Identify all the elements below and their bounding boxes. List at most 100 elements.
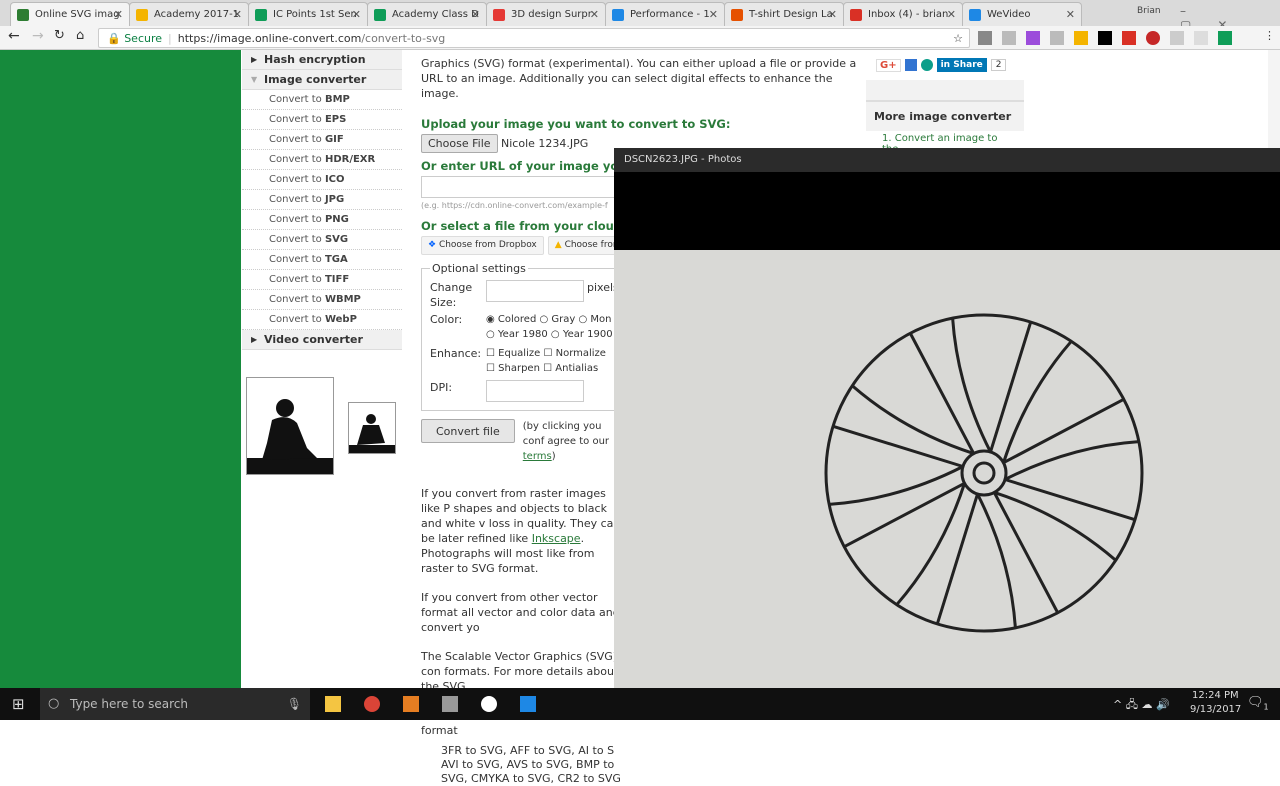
stumbleupon-icon[interactable] (920, 59, 933, 71)
close-tab-icon[interactable]: ✕ (828, 8, 837, 21)
tray-icons[interactable]: ^ 🖧 ☁ 🔊 (1113, 696, 1170, 715)
sidebar: ▶ Hash encryption ▼ Image converter Conver… (242, 50, 402, 688)
tab-favicon (136, 8, 148, 21)
linkedin-share-button[interactable]: in Share (936, 58, 987, 72)
browser-tab[interactable]: 3D design Surpr ✕ (486, 2, 606, 26)
dropbox-icon: ❖ (428, 240, 439, 250)
sidebar-item[interactable]: Convert to ICO (242, 170, 402, 190)
sidebar-section-hash[interactable]: ▶ Hash encryption (242, 50, 402, 70)
ad-image-large[interactable] (246, 377, 334, 475)
sidebar-item[interactable]: Convert to HDR/EXR (242, 150, 402, 170)
mandala-spoke (1004, 440, 1139, 522)
tab-favicon (493, 8, 505, 21)
sidebar-item[interactable]: Convert to WebP (242, 310, 402, 330)
delicious-icon[interactable] (904, 59, 917, 71)
inkscape-link[interactable]: Inkscape (532, 532, 581, 545)
url-field[interactable] (421, 176, 621, 198)
bookmark-star-icon[interactable]: ☆ (953, 32, 963, 45)
radio-year1980[interactable]: ○ Year 1980 (486, 329, 548, 340)
close-tab-icon[interactable]: ✕ (471, 8, 480, 21)
mandala-spoke (829, 424, 964, 506)
close-tab-icon[interactable]: ✕ (947, 8, 956, 21)
browser-tab[interactable]: IC Points 1st Sen ✕ (248, 2, 368, 26)
url-path: /convert-to-svg (361, 31, 446, 45)
notification-icon[interactable]: 🗨1 (1247, 695, 1269, 712)
sidebar-item[interactable]: Convert to WBMP (242, 290, 402, 310)
profile-name[interactable]: Brian (1137, 6, 1161, 16)
mic-icon: 🎙 (286, 697, 302, 711)
close-tab-icon[interactable]: ✕ (1066, 8, 1075, 21)
forward-icon[interactable]: → (32, 28, 44, 44)
close-tab-icon[interactable]: ✕ (590, 8, 599, 21)
sidebar-section-image[interactable]: ▼ Image converter (242, 70, 402, 90)
sidebar-item[interactable]: Convert to TGA (242, 250, 402, 270)
tab-favicon (969, 8, 981, 21)
scrollbar[interactable] (1268, 50, 1280, 148)
check-normalize[interactable]: ☐ Normalize (543, 348, 606, 359)
file-name: Nicole 1234.JPG (501, 137, 589, 150)
convert-button[interactable]: Convert file (421, 419, 515, 443)
sidebar-item[interactable]: Convert to TIFF (242, 270, 402, 290)
check-sharpen[interactable]: ☐ Sharpen (486, 363, 540, 374)
sidebar-item[interactable]: Convert to SVG (242, 230, 402, 250)
sidebar-item[interactable]: Convert to PNG (242, 210, 402, 230)
gplus-icon[interactable]: G+ (876, 58, 901, 72)
tab-favicon (17, 8, 29, 21)
terms-link[interactable]: terms (523, 451, 552, 462)
photos-title-bar[interactable]: DSCN2623.JPG - Photos (614, 148, 1280, 172)
gdrive-icon: ▲ (554, 240, 565, 250)
optional-settings: Optional settings Change Size: pixels Col… (421, 261, 641, 411)
radio-mono[interactable]: ○ Mon (578, 314, 611, 325)
browser-tab[interactable]: Academy Class D ✕ (367, 2, 487, 26)
lock-icon: 🔒 (107, 31, 125, 45)
taskbar-apps[interactable] (325, 696, 536, 712)
sidebar-item[interactable]: Convert to GIF (242, 130, 402, 150)
sidebar-section-video[interactable]: ▶ Video converter (242, 330, 402, 350)
clock-time[interactable]: 12:24 PM (1192, 690, 1239, 701)
close-tab-icon[interactable]: ✕ (233, 8, 242, 21)
intro-text: Graphics (SVG) format (experimental). Yo… (421, 57, 857, 100)
browser-tab[interactable]: Academy 2017-1 ✕ (129, 2, 249, 26)
browser-tab[interactable]: Online SVG imag ✕ (10, 2, 130, 26)
ad-image-small[interactable] (348, 402, 396, 454)
browser-tab[interactable]: T-shirt Design La ✕ (724, 2, 844, 26)
photos-window[interactable]: DSCN2623.JPG - Photos (614, 148, 1280, 688)
sidebar-item[interactable]: Convert to EPS (242, 110, 402, 130)
upload-heading: Upload your image you want to convert to… (421, 117, 731, 131)
size-input[interactable] (486, 280, 584, 302)
browser-tab[interactable]: Performance - 1 ✕ (605, 2, 725, 26)
sidebar-item[interactable]: Convert to BMP (242, 90, 402, 110)
tab-favicon (255, 8, 267, 21)
radio-gray[interactable]: ○ Gray (539, 314, 575, 325)
browser-tab[interactable]: WeVideo ✕ (962, 2, 1082, 26)
dropbox-button[interactable]: ❖ Choose from Dropbox (421, 236, 544, 255)
extension-icons[interactable] (978, 31, 1232, 45)
tab-bar: Online SVG imag ✕ Academy 2017-1 ✕ IC Points… (0, 0, 1280, 26)
browser-tab[interactable]: Inbox (4) - brian ✕ (843, 2, 963, 26)
taskbar-search[interactable]: ○ Type here to search 🎙 (40, 688, 310, 720)
reload-icon[interactable]: ↻ (54, 28, 65, 43)
close-tab-icon[interactable]: ✕ (352, 8, 361, 21)
close-tab-icon[interactable]: ✕ (709, 8, 718, 21)
mandala-drawing (824, 313, 1144, 633)
tab-favicon (731, 8, 743, 21)
check-antialias[interactable]: ☐ Antialias (543, 363, 598, 374)
url-input[interactable]: 🔒 Secure | https://image.online-convert.… (98, 28, 970, 48)
tab-favicon (612, 8, 624, 21)
choose-file-button[interactable]: Choose File (421, 134, 498, 153)
menu-icon[interactable]: ⋮ (1264, 29, 1275, 42)
secure-label: Secure (124, 31, 163, 45)
sidebar-item[interactable]: Convert to JPG (242, 190, 402, 210)
radio-colored[interactable]: ◉ Colored (486, 314, 536, 325)
dpi-input[interactable] (486, 380, 584, 402)
back-icon[interactable]: ← (8, 28, 20, 44)
close-tab-icon[interactable]: ✕ (114, 8, 123, 21)
radio-year1900[interactable]: ○ Year 1900 (551, 329, 613, 340)
home-icon[interactable]: ⌂ (76, 28, 84, 43)
check-equalize[interactable]: ☐ Equalize (486, 348, 540, 359)
mandala-spoke (951, 318, 1033, 453)
start-icon[interactable]: ⊞ (12, 695, 25, 713)
clock-date[interactable]: 9/13/2017 (1190, 704, 1241, 715)
more-converter-heading: More image converter (866, 102, 1024, 131)
right-panel: G+ in Share 2 More image converter 1. Co… (866, 50, 1024, 157)
